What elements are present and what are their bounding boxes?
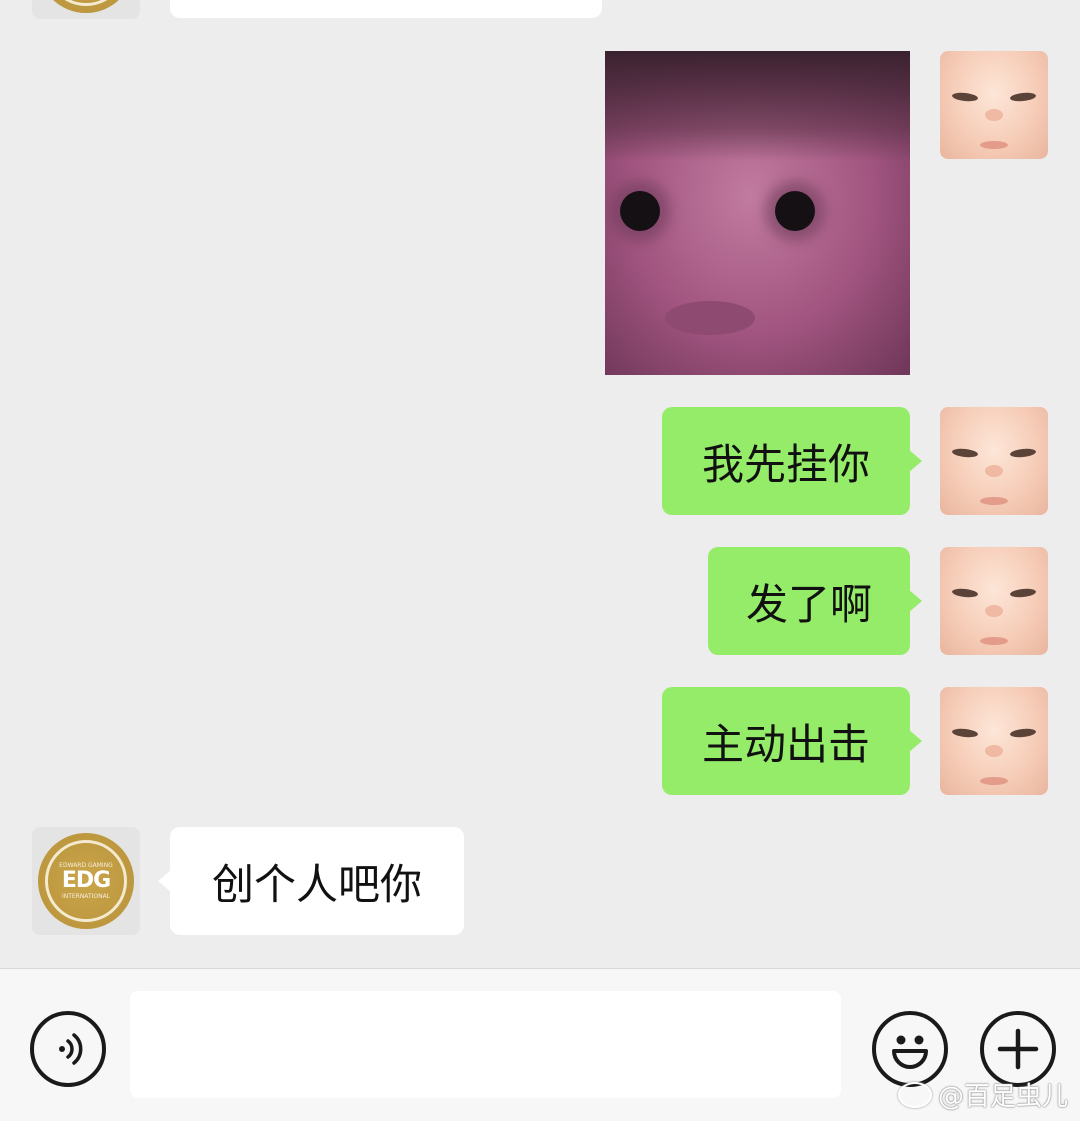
- message-text: 创个人吧你: [211, 859, 422, 909]
- edg-logo: EDWARD GAMING EDG INTERNATIONAL: [38, 833, 134, 929]
- contact-avatar-top[interactable]: EDWARD GAMING EDG INTERNATIONAL: [32, 0, 140, 19]
- outgoing-message-bubble[interactable]: 主动出击: [662, 687, 922, 795]
- plus-icon: [997, 1028, 1039, 1070]
- contact-avatar[interactable]: EDWARD GAMING EDG INTERNATIONAL: [32, 827, 140, 935]
- incoming-bubble-partial[interactable]: [170, 0, 602, 18]
- chat-area[interactable]: EDWARD GAMING EDG INTERNATIONAL 我先挂你 发了啊…: [0, 0, 1080, 968]
- outgoing-message-bubble[interactable]: 发了啊: [708, 547, 922, 655]
- message-text: 主动出击: [701, 719, 870, 769]
- outgoing-message-bubble[interactable]: 我先挂你: [662, 407, 922, 515]
- voice-button[interactable]: [30, 1011, 106, 1087]
- watermark: @百足虫儿: [897, 1076, 1068, 1113]
- my-avatar[interactable]: [940, 547, 1048, 655]
- watermark-text: @百足虫儿: [937, 1082, 1068, 1112]
- my-avatar[interactable]: [940, 407, 1048, 515]
- message-input[interactable]: [130, 991, 841, 1098]
- message-text: 发了啊: [745, 579, 872, 629]
- my-avatar[interactable]: [940, 687, 1048, 795]
- message-text: 我先挂你: [701, 439, 870, 489]
- emoji-icon: [892, 1035, 928, 1069]
- voice-icon: [59, 1033, 83, 1065]
- my-avatar[interactable]: [940, 51, 1048, 159]
- edg-logo: EDWARD GAMING EDG INTERNATIONAL: [38, 0, 134, 13]
- input-bar: @百足虫儿: [0, 968, 1080, 1121]
- incoming-message-bubble[interactable]: 创个人吧你: [158, 827, 464, 935]
- weibo-logo-icon: [897, 1081, 932, 1108]
- sticker-image-message[interactable]: [605, 51, 910, 375]
